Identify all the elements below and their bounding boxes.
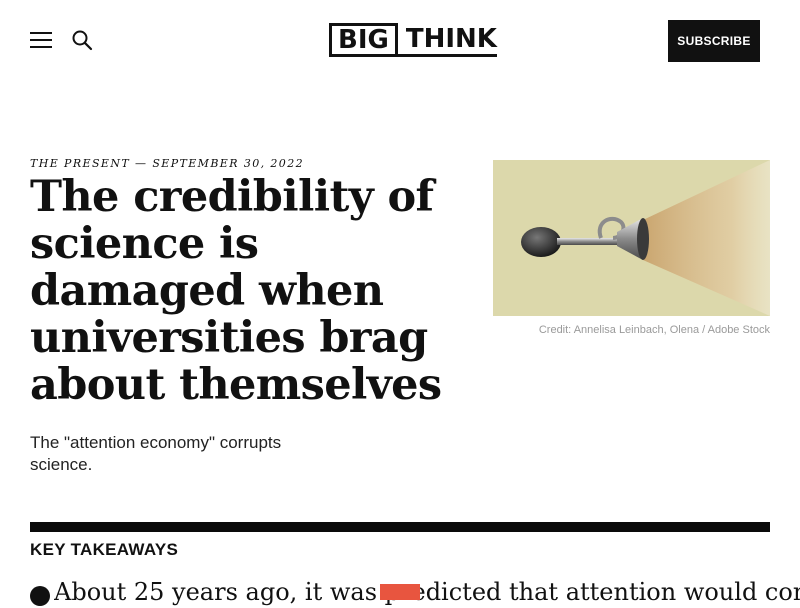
article-headline: The credibility of science is damaged wh… (30, 172, 442, 410)
subscribe-button[interactable]: SUBSCRIBE (668, 20, 760, 62)
article-subheadline: The "attention economy" corrupts science… (30, 433, 282, 474)
key-takeaways-heading: KEY TAKEAWAYS (30, 540, 179, 559)
kicker-separator: — (135, 157, 148, 170)
takeaway-text: About 25 years ago, it was predicted tha… (54, 578, 800, 606)
bullet-icon (30, 586, 50, 606)
section-link[interactable]: THE PRESENT (30, 157, 130, 170)
site-header: BIG THINK SUBSCRIBE (0, 0, 800, 80)
logo-big-text: BIG (329, 23, 398, 57)
menu-icon[interactable] (30, 31, 52, 49)
article-date: SEPTEMBER 30, 2022 (152, 157, 305, 170)
site-logo[interactable]: BIG THINK (329, 23, 497, 57)
section-divider (30, 522, 770, 532)
scroll-progress-marker (380, 584, 420, 600)
hero-image (493, 160, 770, 316)
search-icon[interactable] (71, 29, 93, 51)
article-kicker: THE PRESENT — SEPTEMBER 30, 2022 (30, 157, 304, 170)
image-credit: Credit: Annelisa Leinbach, Olena / Adobe… (538, 324, 770, 336)
bicycle-horn-illustration (521, 160, 770, 316)
logo-think-text: THINK (397, 23, 497, 57)
